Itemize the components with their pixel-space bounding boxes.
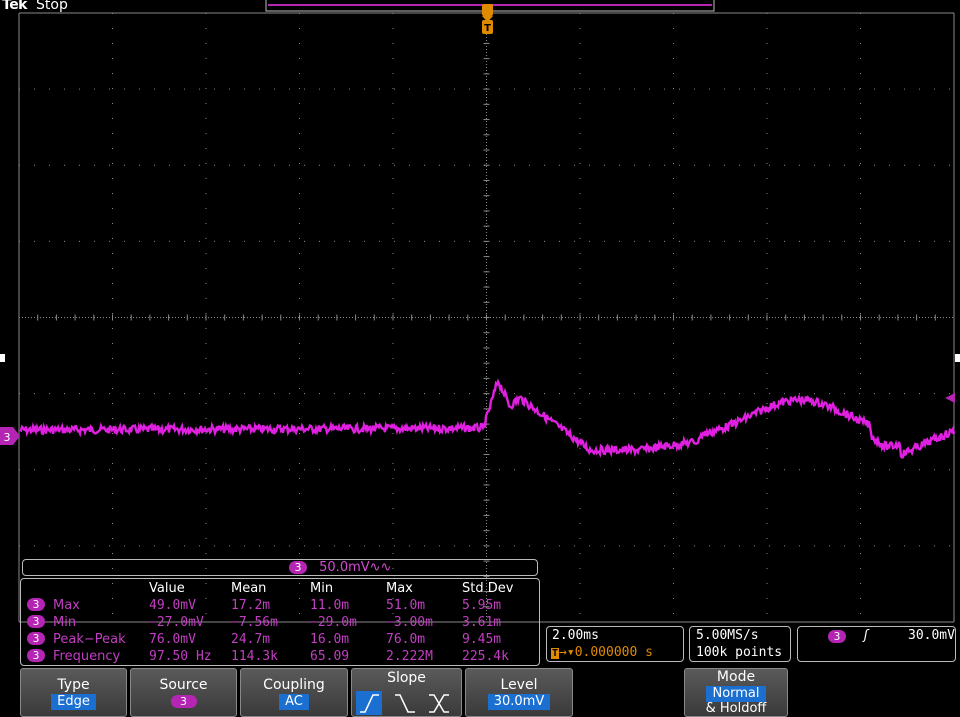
button-label: Source	[159, 677, 208, 693]
measurement-name: Min	[53, 615, 77, 630]
trigger-channel-badge: 3	[828, 630, 846, 643]
column-header-value: Value	[149, 581, 185, 596]
graticule	[18, 12, 955, 623]
measurement-name: Frequency	[53, 649, 121, 664]
measurement-mean: 24.7m	[231, 632, 271, 647]
trigger-slope-button[interactable]: Slope	[351, 668, 462, 717]
measurement-value: 49.0mV	[149, 598, 196, 613]
trigger-readout[interactable]: 3 ʃ 30.0mV	[797, 626, 956, 662]
measurement-std: 225.4k	[462, 649, 509, 664]
trigger-position-readout: T→▾0.000000 s	[551, 645, 653, 660]
button-label: Type	[57, 677, 90, 693]
column-header-min: Min	[310, 581, 334, 596]
svg-text:T: T	[484, 23, 491, 34]
trigger-coupling-button[interactable]: Coupling AC	[240, 668, 348, 717]
button-label: Slope	[387, 670, 426, 686]
measurement-max: 51.0m	[386, 598, 426, 613]
measurement-mean: 17.2m	[231, 598, 271, 613]
svg-text:3: 3	[4, 431, 11, 444]
either-slope-icon[interactable]	[426, 691, 452, 715]
measurement-row-min: 3 Min −27.0mV −7.56m −29.0m −3.00m 3.61m	[21, 615, 539, 632]
button-value: 30.0mV	[487, 694, 551, 710]
column-header-max: Max	[386, 581, 413, 596]
vertical-scale: 50.0mV	[319, 560, 370, 575]
trigger-position-icon: T	[551, 648, 560, 659]
acquisition-status: Stop	[36, 0, 68, 13]
measurement-std: 9.45m	[462, 632, 502, 647]
button-extra: & Holdoff	[705, 701, 767, 716]
button-value: 3	[170, 695, 197, 708]
measurement-max: 2.222M	[386, 649, 433, 664]
measurement-name: Max	[53, 598, 80, 613]
timebase-readout[interactable]: 2.00ms T→▾0.000000 s	[546, 626, 684, 662]
brand-logo: Tek	[2, 0, 28, 13]
measurement-std: 5.95m	[462, 598, 502, 613]
button-value: Edge	[51, 694, 96, 710]
channel-3-ground-marker[interactable]: 3	[0, 427, 20, 445]
channel-3-trace	[19, 378, 956, 459]
button-label: Level	[500, 677, 538, 693]
trigger-level: 30.0mV	[908, 628, 955, 643]
channel-badge: 3	[289, 561, 307, 574]
measurement-max: −3.00m	[386, 615, 433, 630]
coupling-symbol: ∿∿	[369, 560, 392, 575]
measurement-value: 97.50 Hz	[149, 649, 212, 664]
measurement-min: 65.09	[310, 649, 350, 664]
measurement-mean: −7.56m	[231, 615, 278, 630]
trigger-level-marker[interactable]	[945, 393, 955, 403]
measurement-name: Peak−Peak	[53, 632, 126, 647]
falling-slope-icon[interactable]	[392, 691, 418, 715]
trigger-type-button[interactable]: Type Edge	[20, 668, 127, 717]
measurement-min: 11.0m	[310, 598, 350, 613]
channel-badge: 3	[27, 632, 45, 645]
trigger-level-button[interactable]: Level 30.0mV	[465, 668, 573, 717]
measurement-table[interactable]: Value Mean Min Max Std Dev 3 Max 49.0mV …	[20, 578, 540, 666]
channel-3-scale-readout[interactable]: 3 50.0mV∿∿	[22, 559, 538, 576]
acquisition-readout[interactable]: 5.00MS/s 100k points	[689, 626, 791, 662]
trigger-source-button[interactable]: Source 3	[130, 668, 237, 717]
record-length: 100k points	[696, 645, 783, 660]
button-value: Normal	[706, 686, 766, 702]
measurement-row-frequency: 3 Frequency 97.50 Hz 114.3k 65.09 2.222M…	[21, 649, 539, 666]
column-header-mean: Mean	[231, 581, 267, 596]
trigger-position-value: 0.000000 s	[574, 645, 653, 660]
measurement-min: 16.0m	[310, 632, 350, 647]
trigger-position-marker[interactable]: T	[482, 4, 493, 34]
measurement-row-max: 3 Max 49.0mV 17.2m 11.0m 51.0m 5.95m	[21, 598, 539, 615]
sample-rate: 5.00MS/s	[696, 628, 759, 643]
measurement-mean: 114.3k	[231, 649, 278, 664]
button-label: Coupling	[263, 677, 325, 693]
button-label: Mode	[716, 669, 756, 685]
column-header-std-dev: Std Dev	[462, 581, 514, 596]
channel-badge: 3	[27, 598, 45, 611]
measurement-std: 3.61m	[462, 615, 502, 630]
measurement-value: −27.0mV	[149, 615, 204, 630]
measurement-min: −29.0m	[310, 615, 357, 630]
rising-slope-icon[interactable]	[356, 691, 382, 715]
trigger-mode-button[interactable]: Mode Normal & Holdoff	[684, 668, 788, 717]
measurement-max: 76.0m	[386, 632, 426, 647]
measurement-row-peak-peak: 3 Peak−Peak 76.0mV 24.7m 16.0m 76.0m 9.4…	[21, 632, 539, 649]
channel-badge: 3	[27, 615, 45, 628]
horizontal-scale: 2.00ms	[552, 628, 599, 643]
button-value: AC	[279, 694, 309, 710]
trigger-slope-icon: ʃ	[862, 628, 870, 643]
channel-badge: 3	[27, 649, 45, 662]
measurement-value: 76.0mV	[149, 632, 196, 647]
